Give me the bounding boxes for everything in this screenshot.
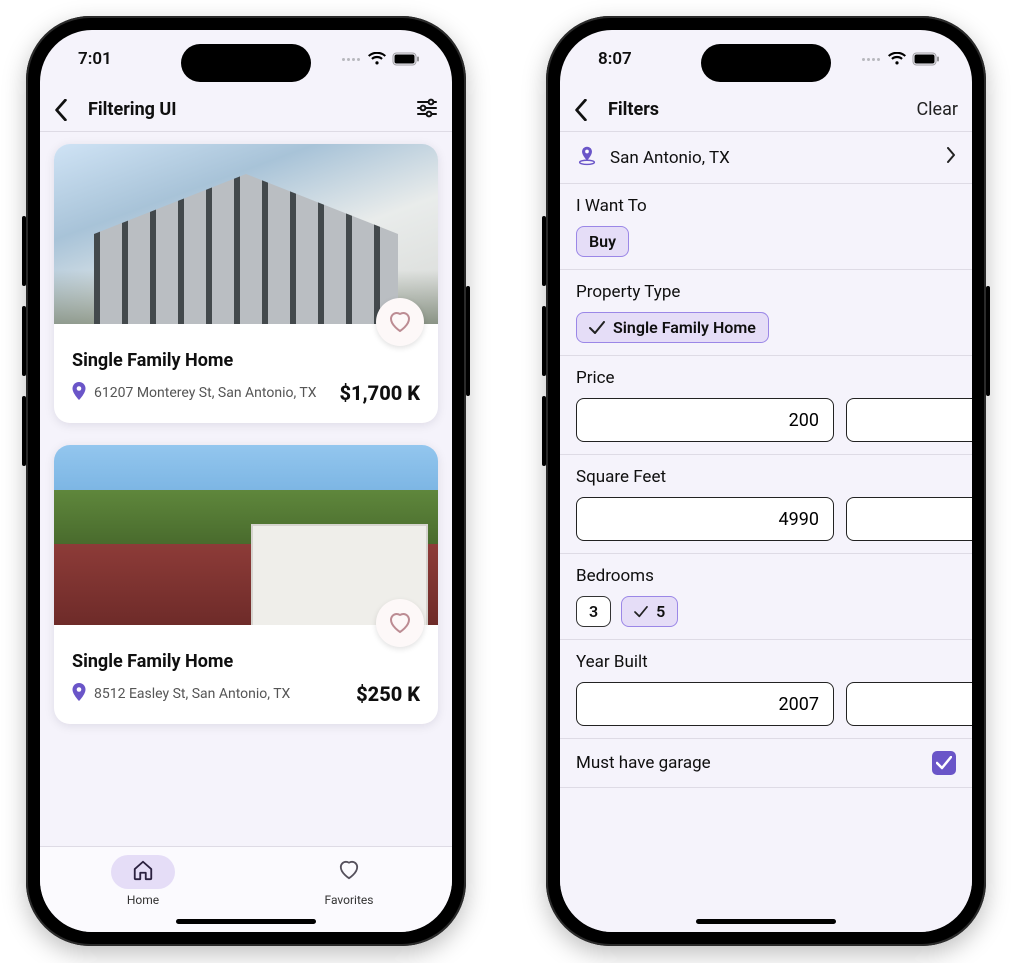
- year-max-input[interactable]: [846, 682, 972, 726]
- check-icon: [936, 756, 952, 770]
- listing-image: [54, 144, 438, 324]
- home-indicator[interactable]: [696, 919, 836, 924]
- listing-title: Single Family Home: [72, 651, 420, 672]
- navbar: Filters Clear: [560, 88, 972, 132]
- location-value: San Antonio, TX: [610, 148, 730, 168]
- page-title: Filtering UI: [88, 99, 177, 120]
- back-button[interactable]: [574, 99, 602, 121]
- sqft-min-input[interactable]: [576, 497, 834, 541]
- listing-image: [54, 445, 438, 625]
- check-icon: [589, 321, 605, 335]
- section-label: Property Type: [576, 282, 956, 302]
- chip-label: Single Family Home: [613, 318, 756, 337]
- section-label: Price: [576, 368, 956, 388]
- location-pin-icon: [72, 382, 86, 404]
- battery-icon: [912, 52, 940, 66]
- want-to-section: I Want To Buy: [560, 184, 972, 270]
- favorite-button[interactable]: [376, 599, 424, 647]
- tab-label: Favorites: [325, 893, 374, 907]
- listing-card[interactable]: Single Family Home 61207 Monterey St, Sa…: [54, 144, 438, 423]
- chevron-right-icon: [946, 147, 956, 168]
- section-label: I Want To: [576, 196, 956, 216]
- navbar: Filtering UI: [40, 88, 452, 132]
- tab-favorites[interactable]: Favorites: [246, 847, 452, 914]
- listing-price: $1,700 K: [339, 381, 420, 405]
- year-min-input[interactable]: [576, 682, 834, 726]
- chip-property-type[interactable]: Single Family Home: [576, 312, 769, 343]
- chip-bedrooms-5[interactable]: 5: [621, 596, 678, 627]
- chip-buy[interactable]: Buy: [576, 226, 629, 257]
- battery-icon: [392, 52, 420, 66]
- property-type-section: Property Type Single Family Home: [560, 270, 972, 356]
- tab-label: Home: [127, 893, 159, 907]
- garage-checkbox[interactable]: [932, 751, 956, 775]
- listing-address: 61207 Monterey St, San Antonio, TX: [94, 385, 317, 401]
- sqft-max-input[interactable]: [846, 497, 972, 541]
- dynamic-island: [701, 44, 831, 82]
- listing-title: Single Family Home: [72, 350, 420, 371]
- favorite-button[interactable]: [376, 298, 424, 346]
- sqft-section: Square Feet: [560, 455, 972, 554]
- cellular-dots-icon: [862, 58, 880, 61]
- status-time: 7:01: [78, 49, 112, 69]
- garage-label: Must have garage: [576, 753, 711, 773]
- tab-home[interactable]: Home: [40, 847, 246, 914]
- clear-button[interactable]: Clear: [916, 99, 958, 120]
- heart-icon: [338, 860, 360, 883]
- listing-address: 8512 Easley St, San Antonio, TX: [94, 686, 290, 702]
- phone-frame-filters: 8:07 Filters Clear: [546, 16, 986, 946]
- price-max-input[interactable]: [846, 398, 972, 442]
- page-title: Filters: [608, 99, 659, 120]
- dynamic-island: [181, 44, 311, 82]
- status-time: 8:07: [598, 49, 632, 69]
- garage-row[interactable]: Must have garage: [560, 739, 972, 788]
- home-icon: [132, 859, 154, 884]
- section-label: Year Built: [576, 652, 956, 672]
- section-label: Square Feet: [576, 467, 956, 487]
- price-min-input[interactable]: [576, 398, 834, 442]
- year-section: Year Built: [560, 640, 972, 739]
- listing-card[interactable]: Single Family Home 8512 Easley St, San A…: [54, 445, 438, 724]
- bedrooms-section: Bedrooms 3 5: [560, 554, 972, 640]
- location-row[interactable]: San Antonio, TX: [560, 132, 972, 184]
- listing-price: $250 K: [356, 682, 420, 706]
- back-button[interactable]: [54, 99, 82, 121]
- location-pin-icon: [72, 683, 86, 705]
- price-section: Price: [560, 356, 972, 455]
- wifi-icon: [888, 52, 906, 66]
- chip-bedrooms-3[interactable]: 3: [576, 596, 611, 627]
- wifi-icon: [368, 52, 386, 66]
- section-label: Bedrooms: [576, 566, 956, 586]
- home-indicator[interactable]: [176, 919, 316, 924]
- filter-settings-button[interactable]: [416, 98, 438, 122]
- map-pin-icon: [576, 144, 598, 171]
- chip-label: 5: [656, 602, 665, 621]
- cellular-dots-icon: [342, 58, 360, 61]
- check-icon: [634, 606, 648, 618]
- phone-frame-listings: 7:01 Filtering UI: [26, 16, 466, 946]
